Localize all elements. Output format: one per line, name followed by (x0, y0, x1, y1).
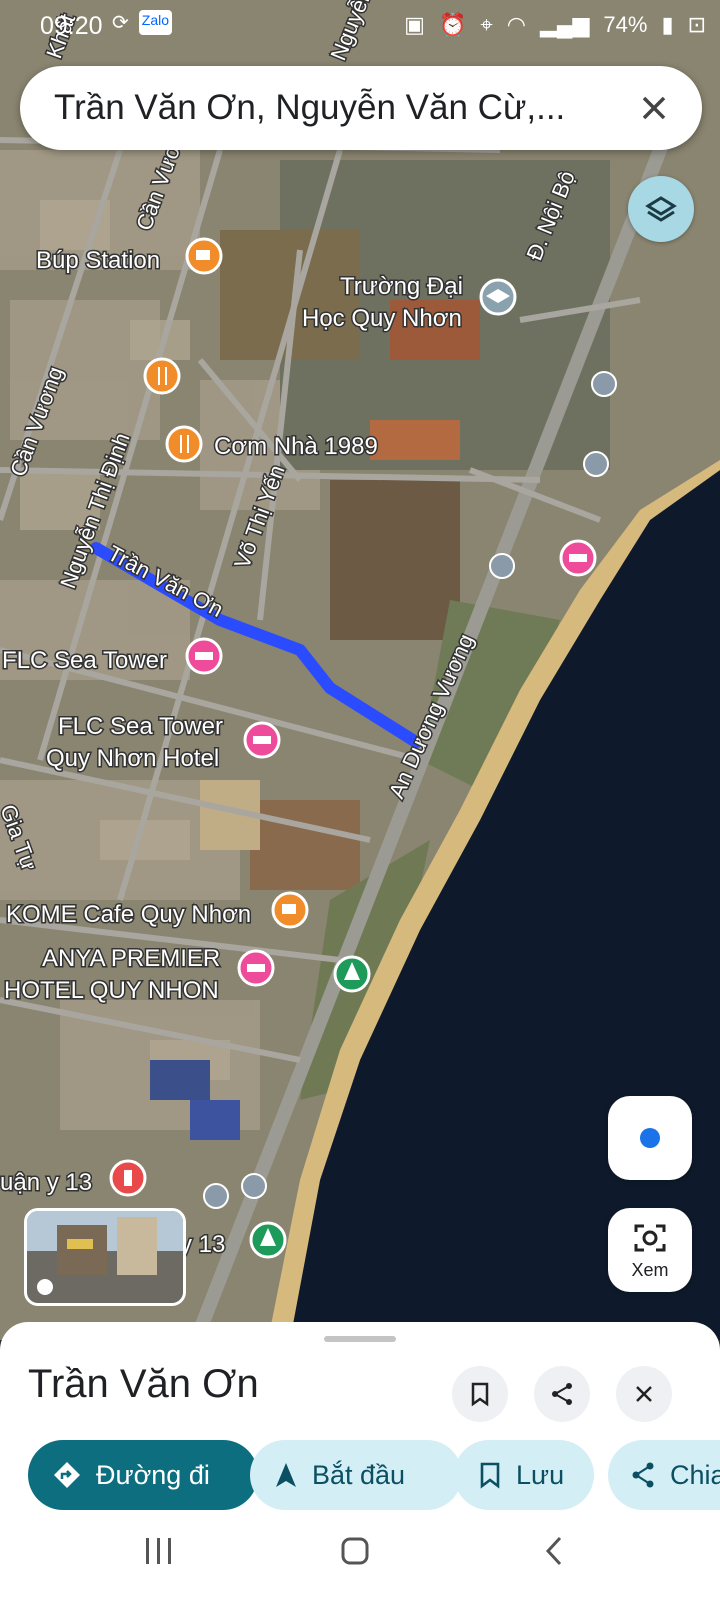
place-label[interactable]: y 13 (179, 1230, 227, 1260)
bus-stop-icon[interactable] (489, 553, 515, 579)
share-icon-button[interactable] (534, 1366, 590, 1422)
battery-icon: ▮ (661, 12, 674, 37)
place-label[interactable]: ANYA PREMIER (41, 944, 222, 974)
place-label[interactable]: Trường Đại (339, 272, 465, 302)
recent-apps-icon[interactable] (146, 1538, 171, 1564)
wifi-icon: ◠ (506, 12, 526, 37)
lock-icon: ▣ (404, 12, 425, 37)
clock: 09:20 (40, 12, 103, 40)
close-icon (636, 1386, 652, 1402)
directions-button[interactable]: Đường đi (28, 1440, 258, 1510)
bus-stop-icon[interactable] (591, 371, 617, 397)
place-label[interactable]: Học Quy Nhơn (301, 304, 464, 334)
share-label: Chia sẻ (670, 1459, 720, 1490)
place-label[interactable]: Quy Nhơn Hotel (45, 744, 221, 774)
bus-stop-icon[interactable] (583, 451, 609, 477)
layers-icon (645, 196, 677, 222)
xem-label: Xem (631, 1260, 669, 1280)
street-view-image (27, 1211, 183, 1303)
location-icon: ⌖ (480, 12, 493, 37)
back-icon[interactable] (545, 1536, 562, 1566)
system-nav-bar (146, 1536, 562, 1566)
save-icon-button[interactable] (452, 1366, 508, 1422)
lens-camera-icon (634, 1224, 666, 1252)
search-bar[interactable]: Trần Văn Ơn, Nguyễn Văn Cừ,... (20, 66, 702, 150)
navigation-arrow-icon (276, 1463, 296, 1487)
place-label[interactable]: FLC Sea Tower (57, 712, 225, 742)
search-query[interactable]: Trần Văn Ơn, Nguyễn Văn Cừ,... (54, 88, 565, 128)
bookmark-icon (480, 1462, 500, 1489)
save-label: Lưu (516, 1459, 565, 1490)
share-icon (632, 1462, 654, 1488)
place-bottom-sheet[interactable]: Trần Văn Ơn Đường đi Bắt đầu Lưu Chia (0, 1322, 720, 1600)
drag-handle[interactable] (324, 1336, 396, 1342)
bus-stop-icon[interactable] (203, 1183, 229, 1209)
start-label: Bắt đầu (312, 1459, 406, 1490)
street-view-thumbnail[interactable] (24, 1208, 186, 1306)
bus-stop-icon[interactable] (241, 1173, 267, 1199)
place-title: Trần Văn Ơn (28, 1362, 259, 1406)
alarm-icon: ⏰ (438, 12, 467, 37)
action-chips: Đường đi Bắt đầu Lưu Chia sẻ (28, 1440, 720, 1510)
place-label[interactable]: HOTEL QUY NHON (3, 976, 221, 1006)
zalo-icon: Zalo (138, 10, 172, 35)
signal-icon: ▂▄▆ (539, 12, 590, 37)
bus-icon: ⊡ (687, 12, 706, 37)
close-icon[interactable] (634, 88, 674, 128)
bookmark-icon (471, 1382, 489, 1407)
start-button[interactable]: Bắt đầu (250, 1440, 462, 1510)
location-dot-icon (640, 1128, 660, 1148)
place-label[interactable]: Búp Station (35, 246, 162, 276)
close-sheet-button[interactable] (616, 1366, 672, 1422)
place-label[interactable]: uận y 13 (0, 1168, 94, 1198)
share-button[interactable]: Chia sẻ (608, 1440, 720, 1510)
battery-level: 74% (603, 12, 648, 37)
save-button[interactable]: Lưu (454, 1440, 594, 1510)
restaurant-icon[interactable] (143, 357, 181, 395)
home-icon[interactable] (341, 1537, 369, 1565)
status-bar: 09:20 ⟳ Zalo ▣ ⏰ ⌖ ◠ ▂▄▆ 74% ▮ ⊡ (0, 0, 720, 52)
restaurant-icon[interactable] (165, 425, 203, 463)
place-label[interactable]: Cơm Nhà 1989 (213, 432, 380, 462)
my-location-button[interactable] (608, 1096, 692, 1180)
share-icon (552, 1383, 572, 1405)
place-label[interactable]: FLC Sea Tower (1, 646, 169, 676)
directions-icon (54, 1462, 80, 1488)
xem-button[interactable]: Xem (608, 1208, 692, 1292)
directions-label: Đường đi (96, 1459, 210, 1490)
sync-icon: ⟳ (112, 12, 129, 34)
place-label[interactable]: KOME Cafe Quy Nhơn (5, 900, 253, 930)
rotate-360-icon (37, 1279, 53, 1295)
layers-button[interactable] (628, 176, 694, 242)
